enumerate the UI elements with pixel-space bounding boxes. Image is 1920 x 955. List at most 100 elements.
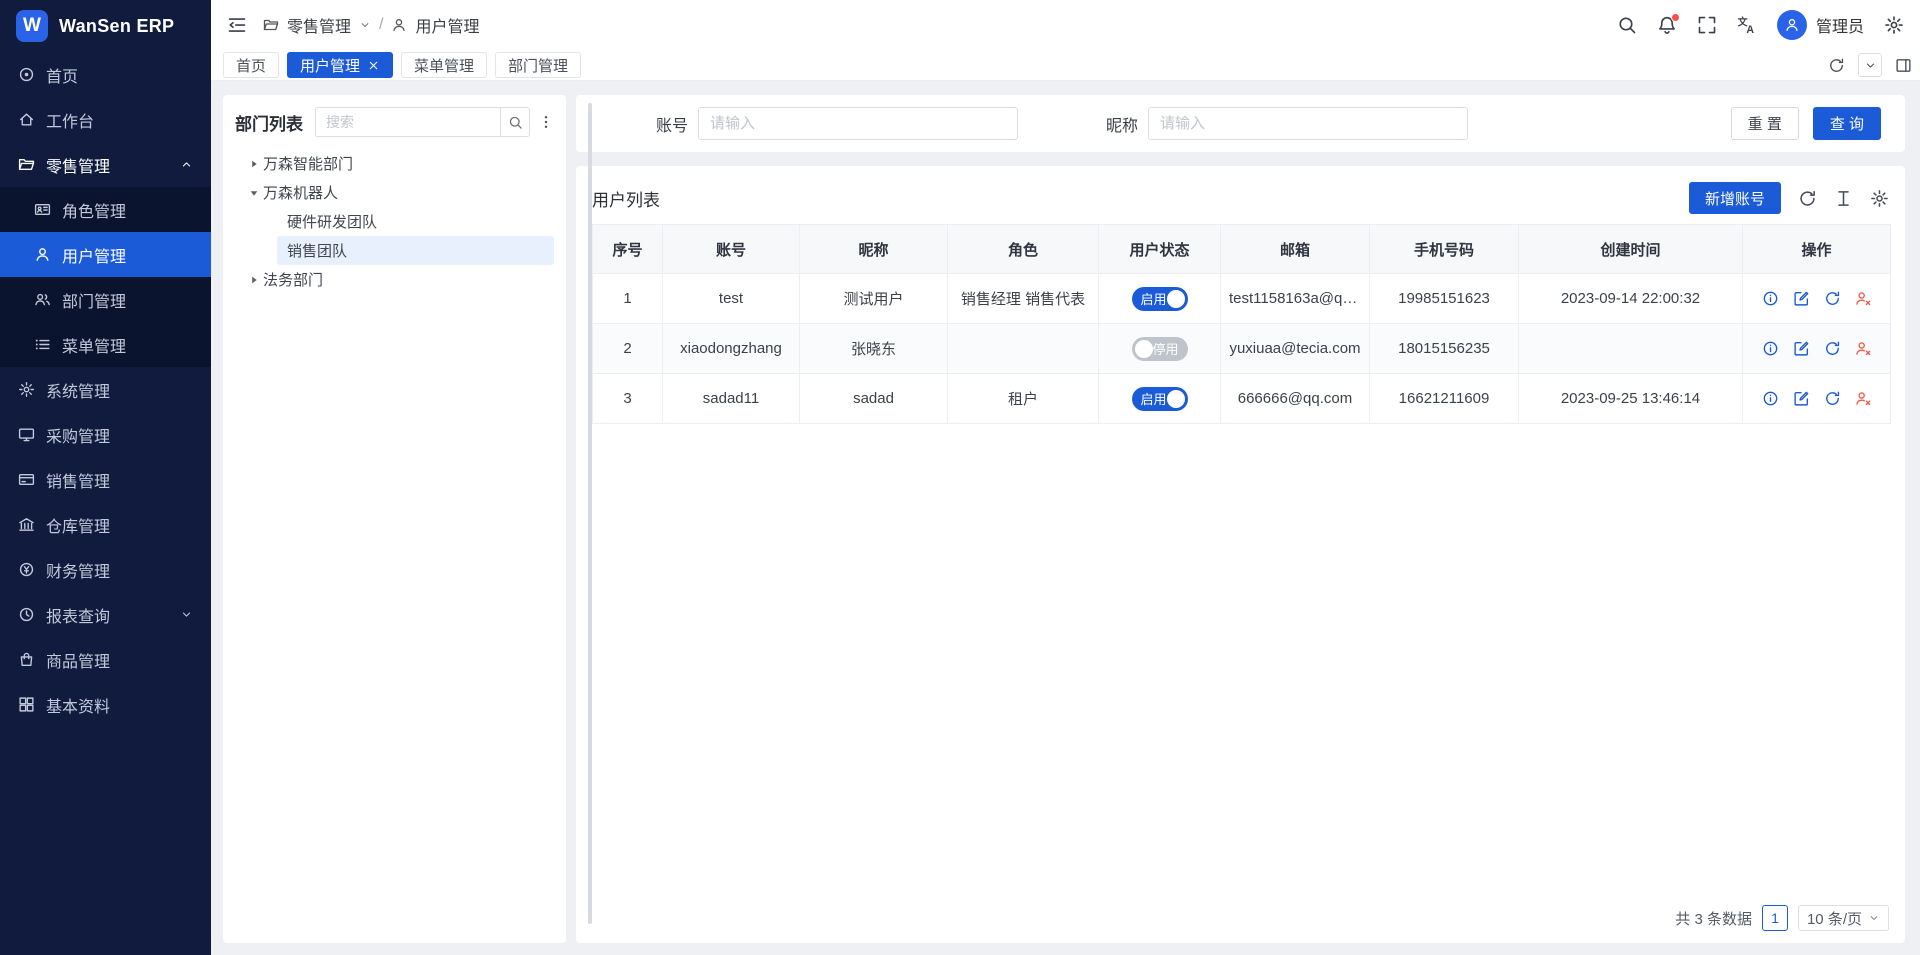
sidebar-subitem-label: 角色管理 xyxy=(62,198,126,222)
tab-label: 部门管理 xyxy=(508,55,568,76)
tree-node[interactable]: 万森智能部门 xyxy=(235,149,554,178)
sidebar-subitem[interactable]: 菜单管理 xyxy=(0,322,211,367)
cell-account: xiaodongzhang xyxy=(663,324,800,374)
table-refresh-icon[interactable] xyxy=(1798,189,1817,208)
column-settings-icon[interactable] xyxy=(1870,189,1889,208)
sidebar-item[interactable]: 销售管理 xyxy=(0,457,211,502)
filter-actions: 重 置 查 询 xyxy=(1731,107,1881,140)
user-name: 管理员 xyxy=(1816,13,1864,37)
tree-node-label: 万森智能部门 xyxy=(263,153,353,174)
tab[interactable]: 菜单管理 xyxy=(401,52,487,78)
cell-roles: 租户 xyxy=(948,374,1099,424)
remove-user-icon[interactable] xyxy=(1855,340,1872,357)
tree-node[interactable]: 硬件研发团队 xyxy=(277,207,554,236)
tab[interactable]: 首页 xyxy=(223,52,279,78)
breadcrumb: 零售管理 / 用户管理 xyxy=(263,13,479,37)
edit-icon[interactable] xyxy=(1793,290,1810,307)
sidebar-item-label: 仓库管理 xyxy=(46,513,110,537)
tabbar: 首页用户管理菜单管理 部门管理 xyxy=(211,50,1920,81)
sidebar-item[interactable]: 采购管理 xyxy=(0,412,211,457)
tab-actions-dropdown[interactable] xyxy=(1858,53,1882,77)
view-detail-icon[interactable] xyxy=(1762,340,1779,357)
tab-label: 首页 xyxy=(236,55,266,76)
app-logo[interactable]: W WanSen ERP xyxy=(0,0,211,52)
department-search-button[interactable] xyxy=(500,107,530,137)
fullscreen-icon[interactable] xyxy=(1697,15,1717,35)
column-header: 角色 xyxy=(948,225,1099,274)
sidebar-subitem[interactable]: 角色管理 xyxy=(0,187,211,232)
tree-node[interactable]: 法务部门 xyxy=(235,265,554,294)
tab[interactable]: 用户管理 xyxy=(287,52,393,78)
add-account-button[interactable]: 新增账号 xyxy=(1689,182,1781,214)
query-button[interactable]: 查 询 xyxy=(1813,107,1881,140)
header-actions: 文A 管理员 xyxy=(1617,10,1904,40)
tree-caret-icon[interactable] xyxy=(245,187,263,199)
home-icon xyxy=(18,111,35,128)
reset-password-icon[interactable] xyxy=(1824,390,1841,407)
user-table: 序号账号昵称角色用户状态邮箱手机号码创建时间操作 1test测试用户销售经理 销… xyxy=(592,224,1891,424)
cell-email: 666666@qq.com xyxy=(1221,374,1370,424)
column-header: 邮箱 xyxy=(1221,225,1370,274)
breadcrumb-item-retail[interactable]: 零售管理 xyxy=(287,13,351,37)
search-icon[interactable] xyxy=(1617,15,1637,35)
tab[interactable]: 部门管理 xyxy=(495,52,581,78)
sidebar-subitem[interactable]: 用户管理 xyxy=(0,232,211,277)
edit-icon[interactable] xyxy=(1793,390,1810,407)
pagination: 共 3 条数据 1 10 条/页 xyxy=(1675,905,1889,931)
tabs: 首页用户管理菜单管理 部门管理 xyxy=(223,52,589,78)
sidebar-collapse-icon[interactable] xyxy=(227,15,247,35)
header: 零售管理 / 用户管理 文A 管理员 xyxy=(211,0,1920,50)
view-detail-icon[interactable] xyxy=(1762,290,1779,307)
reset-password-icon[interactable] xyxy=(1824,340,1841,357)
sidebar-item[interactable]: 基本资料 xyxy=(0,682,211,727)
settings-gear-icon[interactable] xyxy=(1884,15,1904,35)
sidebar-item[interactable]: 零售管理 xyxy=(0,142,211,187)
cell-phone: 18015156235 xyxy=(1370,324,1519,374)
view-detail-icon[interactable] xyxy=(1762,390,1779,407)
status-toggle[interactable]: 停用 xyxy=(1132,337,1188,361)
remove-user-icon[interactable] xyxy=(1855,390,1872,407)
status-toggle[interactable]: 启用 xyxy=(1132,287,1188,311)
tree-node[interactable]: 万森机器人 xyxy=(235,178,554,207)
cell-status: 启用 xyxy=(1099,274,1221,324)
panel-splitter[interactable] xyxy=(588,103,592,924)
reset-password-icon[interactable] xyxy=(1824,290,1841,307)
avatar xyxy=(1777,10,1807,40)
page-number-button[interactable]: 1 xyxy=(1762,905,1788,931)
sidebar-item-label: 商品管理 xyxy=(46,648,110,672)
edit-icon[interactable] xyxy=(1793,340,1810,357)
sidebar-item-label: 系统管理 xyxy=(46,378,110,402)
remove-user-icon[interactable] xyxy=(1855,290,1872,307)
language-icon[interactable]: 文A xyxy=(1737,15,1757,35)
breadcrumb-item-current: 用户管理 xyxy=(415,13,479,37)
sidebar-item[interactable]: 报表查询 xyxy=(0,592,211,637)
notification-bell-icon[interactable] xyxy=(1657,15,1677,35)
sidebar-item[interactable]: 仓库管理 xyxy=(0,502,211,547)
row-height-icon[interactable] xyxy=(1834,189,1853,208)
user-menu[interactable]: 管理员 xyxy=(1777,10,1864,40)
sidebar-item[interactable]: 工作台 xyxy=(0,97,211,142)
tab-close-icon[interactable] xyxy=(367,59,380,72)
department-search-input[interactable] xyxy=(315,107,500,137)
content-expand-icon[interactable] xyxy=(1895,57,1912,74)
tree-node[interactable]: 销售团队 xyxy=(277,236,554,265)
sidebar-item-label: 零售管理 xyxy=(46,153,110,177)
sidebar-item[interactable]: 系统管理 xyxy=(0,367,211,412)
tree-caret-icon[interactable] xyxy=(245,158,263,170)
nickname-input[interactable] xyxy=(1148,107,1468,140)
sidebar-item[interactable]: 商品管理 xyxy=(0,637,211,682)
tree-caret-icon[interactable] xyxy=(245,274,263,286)
tabbar-tools xyxy=(1828,53,1912,77)
reset-button[interactable]: 重 置 xyxy=(1731,107,1799,140)
department-more-menu-icon[interactable] xyxy=(538,114,554,130)
tab-label: 菜单管理 xyxy=(414,55,474,76)
tab-refresh-icon[interactable] xyxy=(1828,57,1845,74)
cell-created: 2023-09-14 22:00:32 xyxy=(1519,274,1743,324)
account-input[interactable] xyxy=(698,107,1018,140)
sidebar-item[interactable]: 财务管理 xyxy=(0,547,211,592)
sidebar-item[interactable]: 首页 xyxy=(0,52,211,97)
grid-icon xyxy=(18,696,35,713)
sidebar-subitem[interactable]: 部门管理 xyxy=(0,277,211,322)
status-toggle[interactable]: 启用 xyxy=(1132,387,1188,411)
page-size-select[interactable]: 10 条/页 xyxy=(1798,905,1889,931)
